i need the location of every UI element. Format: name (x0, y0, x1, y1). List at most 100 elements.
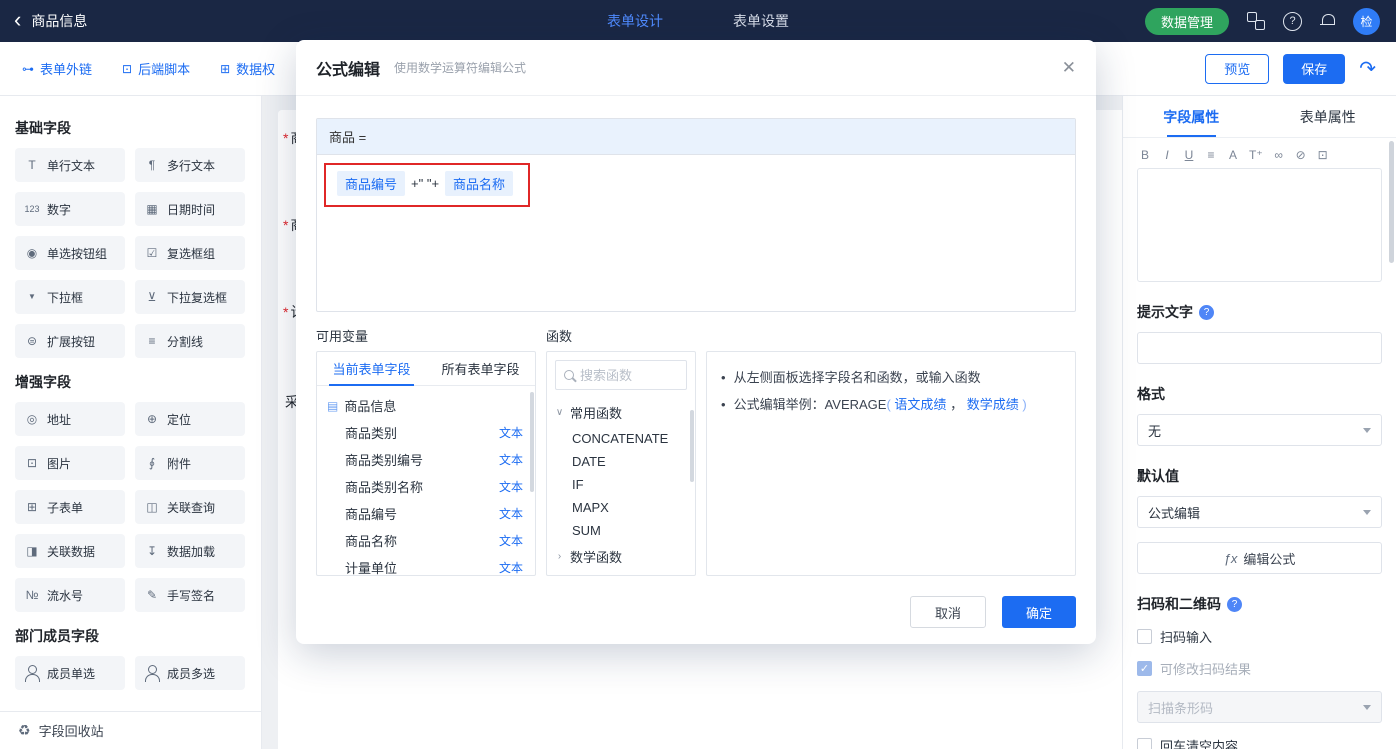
variables-scrollbar[interactable] (530, 392, 534, 492)
function-item-mapx[interactable]: MAPX (547, 496, 695, 519)
image-icon: ⊡ (26, 456, 38, 470)
type-badge: 文本 (498, 453, 523, 467)
function-search-input[interactable] (580, 367, 678, 383)
preview-button[interactable]: 预览 (1205, 53, 1270, 84)
function-group-math[interactable]: › 数学函数 (547, 542, 695, 571)
field-item-datetime[interactable]: ▦ 日期时间 (135, 192, 245, 226)
bold-icon[interactable]: B (1139, 148, 1151, 162)
field-chip-product-name[interactable]: 商品名称 (445, 171, 514, 196)
calendar-icon: ▦ (146, 202, 158, 216)
tab-form-design[interactable]: 表单设计 (607, 11, 663, 31)
underline-icon[interactable]: U (1183, 148, 1195, 162)
align-icon[interactable]: ≡ (1205, 148, 1217, 162)
italic-icon[interactable]: I (1161, 148, 1173, 162)
toolbar-links: ⊶ 表单外链 ⊡ 后端脚本 ⊞ 数据权 (0, 59, 275, 78)
tab-current-form-fields[interactable]: 当前表单字段 (317, 352, 426, 386)
insert-image-icon[interactable]: ⊡ (1317, 148, 1329, 162)
field-item-divider[interactable]: ≡ 分割线 (135, 324, 245, 358)
field-item-related-query[interactable]: ◫ 关联查询 (135, 490, 245, 524)
scan-input-checkbox[interactable] (1137, 629, 1152, 644)
field-item-attachment[interactable]: ∮ 附件 (135, 446, 245, 480)
font-size-icon[interactable]: T⁺ (1249, 148, 1263, 162)
function-item-date[interactable]: DATE (547, 450, 695, 473)
format-select[interactable]: 无 (1137, 414, 1382, 446)
field-item-address[interactable]: ◎ 地址 (15, 402, 125, 436)
field-chip-product-number[interactable]: 商品编号 (337, 171, 406, 196)
type-badge: 文本 (498, 507, 523, 521)
variable-row[interactable]: 计量单位 文本 (317, 554, 535, 575)
dropdown-multi-icon: ⊻ (147, 290, 157, 304)
data-permission-link[interactable]: ⊞ 数据权 (220, 59, 275, 78)
help-icon[interactable]: ? (1283, 11, 1302, 31)
scan-section-label: 扫码和二维码 ? (1137, 594, 1382, 614)
variable-row[interactable]: 商品名称 文本 (317, 527, 535, 554)
field-recycle-bin[interactable]: ♻ 字段回收站 (0, 711, 261, 749)
field-item-related-data[interactable]: ◨ 关联数据 (15, 534, 125, 568)
address-icon: ◎ (26, 412, 38, 426)
field-item-radio-group[interactable]: ◉ 单选按钮组 (15, 236, 125, 270)
hint-text-input[interactable] (1137, 332, 1382, 364)
scan-type-select[interactable]: 扫描条形码 (1137, 691, 1382, 723)
fx-icon: ƒx (1223, 550, 1238, 566)
edit-formula-button[interactable]: ƒx 编辑公式 (1137, 542, 1382, 574)
tab-form-settings[interactable]: 表单设置 (733, 11, 789, 31)
data-manage-button[interactable]: 数据管理 (1144, 7, 1229, 35)
enter-clear-checkbox[interactable] (1137, 738, 1152, 749)
scan-help-icon[interactable]: ? (1227, 596, 1242, 612)
cancel-button[interactable]: 取消 (909, 596, 986, 628)
insert-link-icon[interactable]: ∞ (1273, 148, 1285, 162)
app-window: ‹ 商品信息 表单设计 表单设置 数据管理 ? 检 ⊶ 表单外链 ⊡ 后端脚本 (0, 0, 1396, 749)
field-item-serial-number[interactable]: № 流水号 (15, 578, 125, 612)
scan-editable-checkbox[interactable] (1137, 661, 1152, 676)
section-title-basic-fields: 基础字段 (15, 120, 71, 136)
variable-row[interactable]: 商品类别名称 文本 (317, 473, 535, 500)
tab-field-properties[interactable]: 字段属性 (1123, 96, 1260, 137)
panel-scrollbar[interactable] (1389, 141, 1394, 263)
page-title: 商品信息 (31, 13, 88, 29)
share-button[interactable]: ↷ (1359, 59, 1376, 79)
field-title-editor[interactable] (1137, 168, 1382, 282)
field-item-single-line-text[interactable]: T 单行文本 (15, 148, 125, 182)
field-item-dropdown-multi[interactable]: ⊻ 下拉复选框 (135, 280, 245, 314)
hint-help-icon[interactable]: ? (1199, 304, 1214, 320)
function-item-sum[interactable]: SUM (547, 519, 695, 542)
close-icon[interactable]: ✕ (1062, 58, 1076, 78)
tree-root-product-info[interactable]: ▤ 商品信息 (317, 392, 535, 419)
tab-all-form-fields[interactable]: 所有表单字段 (426, 352, 535, 385)
single-line-text-icon: T (28, 158, 36, 172)
variable-row[interactable]: 商品类别编号 文本 (317, 446, 535, 473)
field-item-checkbox-group[interactable]: ☑ 复选框组 (135, 236, 245, 270)
function-group-text[interactable]: › 文本函数 (547, 571, 695, 575)
field-item-data-load[interactable]: ↧ 数据加载 (135, 534, 245, 568)
field-item-signature[interactable]: ✎ 手写签名 (135, 578, 245, 612)
backend-script-link[interactable]: ⊡ 后端脚本 (122, 59, 190, 78)
function-item-if[interactable]: IF (547, 473, 695, 496)
font-color-icon[interactable]: A (1227, 148, 1239, 162)
field-item-image[interactable]: ⊡ 图片 (15, 446, 125, 480)
field-item-number[interactable]: 123 数字 (15, 192, 125, 226)
variable-row[interactable]: 商品编号 文本 (317, 500, 535, 527)
field-item-location[interactable]: ⊕ 定位 (135, 402, 245, 436)
field-item-member-single[interactable]: 成员单选 (15, 656, 125, 690)
function-group-common[interactable]: ∨ 常用函数 (547, 398, 695, 427)
avatar[interactable]: 检 (1353, 7, 1380, 35)
remove-link-icon[interactable]: ⊘ (1295, 148, 1307, 162)
data-load-icon: ↧ (146, 544, 158, 558)
tab-form-properties[interactable]: 表单属性 (1260, 96, 1396, 137)
confirm-button[interactable]: 确定 (1001, 596, 1076, 628)
field-item-member-multi[interactable]: 成员多选 (135, 656, 245, 690)
field-item-multi-line-text[interactable]: ¶ 多行文本 (135, 148, 245, 182)
form-external-link[interactable]: ⊶ 表单外链 (22, 59, 92, 78)
back-button[interactable]: ‹ (14, 8, 21, 31)
variable-row[interactable]: 商品类别 文本 (317, 419, 535, 446)
apps-switcher-icon[interactable] (1247, 12, 1265, 30)
functions-scrollbar[interactable] (690, 410, 694, 482)
field-item-extend-button[interactable]: ⊜ 扩展按钮 (15, 324, 125, 358)
field-item-dropdown[interactable]: ▼ 下拉框 (15, 280, 125, 314)
save-button[interactable]: 保存 (1283, 53, 1346, 84)
default-value-select[interactable]: 公式编辑 (1137, 496, 1382, 528)
bell-icon[interactable] (1320, 13, 1335, 29)
formula-input-area[interactable]: 商品编号 +" "+ 商品名称 (317, 155, 1075, 311)
field-item-subform[interactable]: ⊞ 子表单 (15, 490, 125, 524)
function-item-concatenate[interactable]: CONCATENATE (547, 427, 695, 450)
